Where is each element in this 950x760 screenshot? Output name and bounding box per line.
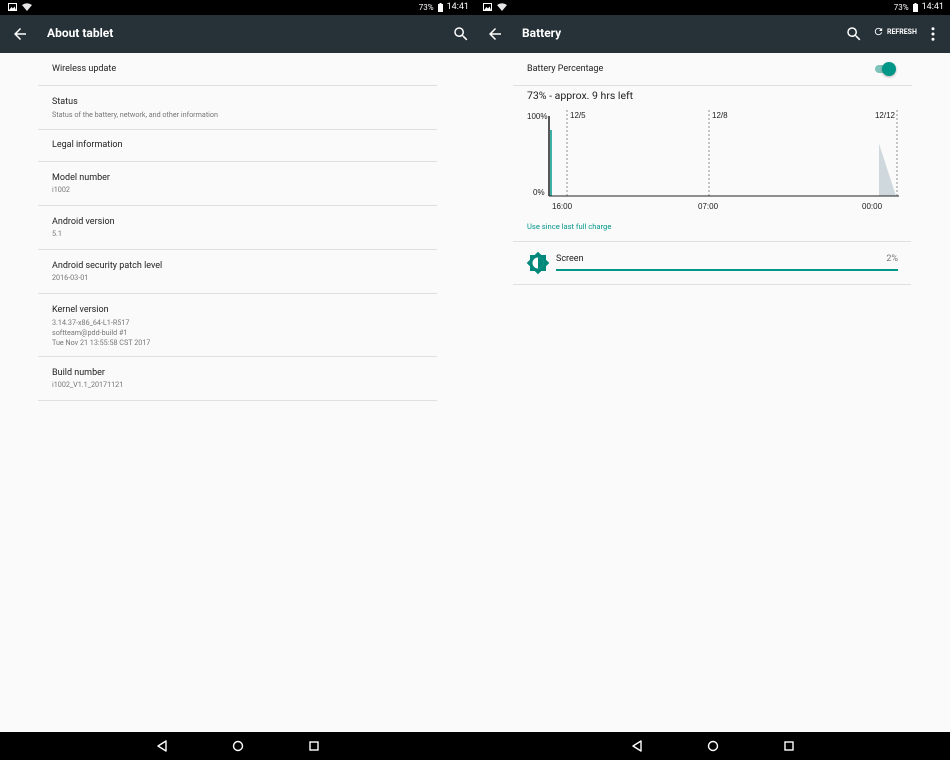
item-label: Android security patch level (52, 261, 163, 271)
refresh-button[interactable]: REFRESH (873, 26, 917, 37)
status-bar: 73% 14:41 (0, 0, 475, 15)
item-summary: 2016-03-01 (52, 273, 89, 282)
nav-recents-icon[interactable] (782, 739, 796, 753)
nav-home-icon[interactable] (706, 739, 720, 753)
app-bar: Battery REFRESH (475, 15, 950, 53)
date-marker-label: 12/8 (712, 111, 728, 120)
battery-content: Battery Percentage 73% - approx. 9 hrs l… (475, 53, 950, 293)
list-item-legal-information[interactable]: Legal information (38, 130, 437, 162)
app-usage-row-screen[interactable]: Screen 2% (513, 242, 911, 285)
battery-level-text: 73% (418, 2, 434, 12)
nav-buttons-left (0, 732, 475, 760)
nav-back-icon[interactable] (630, 739, 644, 753)
x-tick-label: 07:00 (698, 202, 719, 211)
page-title: Battery (522, 26, 562, 40)
battery-icon (912, 2, 918, 12)
battery-history-chart[interactable]: 100% 0% 12/5 12/8 12/12 16:00 07:00 00:00 (525, 108, 905, 218)
x-tick-label: 00:00 (862, 202, 883, 211)
item-summary-line: 3.14.37-x86_64-L1-R517 (52, 318, 130, 327)
item-label: Legal information (52, 140, 123, 150)
status-bar: 73% 14:41 (475, 0, 950, 15)
item-label: Kernel version (52, 305, 109, 315)
battery-summary: 73% - approx. 9 hrs left (527, 89, 634, 102)
item-summary: i1002_V1.1_20171121 (52, 380, 124, 389)
navigation-bar (0, 732, 950, 760)
item-label: Status (52, 97, 78, 107)
image-notification-icon (8, 3, 17, 11)
battery-percentage-label: Battery Percentage (527, 64, 604, 74)
app-usage-name: Screen (556, 254, 584, 264)
x-tick-label: 16:00 (552, 202, 573, 211)
use-since-label[interactable]: Use since last full charge (527, 222, 611, 231)
search-icon[interactable] (452, 25, 470, 43)
item-summary: 5.1 (52, 229, 62, 238)
overflow-menu-icon[interactable] (924, 25, 942, 43)
item-label: Model number (52, 173, 110, 183)
nav-buttons-right (475, 732, 950, 760)
y-tick-label: 100% (527, 112, 547, 121)
page-title: About tablet (47, 26, 114, 40)
battery-percentage-switch[interactable] (873, 62, 896, 76)
date-marker-label: 12/12 (875, 111, 896, 120)
clock-text: 14:41 (446, 2, 469, 12)
list-item-build-number[interactable]: Build number i1002_V1.1_20171121 (38, 357, 437, 401)
item-summary: Status of the battery, network, and othe… (52, 110, 218, 119)
wifi-icon (497, 3, 507, 11)
list-item-android-version[interactable]: Android version 5.1 (38, 206, 437, 250)
app-usage-bar (556, 269, 898, 271)
nav-home-icon[interactable] (231, 739, 245, 753)
date-marker-label: 12/5 (570, 111, 586, 120)
predicted-battery-area (879, 143, 896, 196)
about-list: Wireless update Status Status of the bat… (0, 53, 475, 401)
battery-percentage-row[interactable]: Battery Percentage (513, 53, 912, 86)
y-tick-label: 0% (533, 188, 545, 197)
image-notification-icon (483, 3, 492, 11)
battery-level-text: 73% (893, 2, 909, 12)
battery-screen: 73% 14:41 Battery REFRESH Battery Percen… (475, 0, 950, 760)
item-label: Android version (52, 217, 115, 227)
list-item-model-number[interactable]: Model number i1002 (38, 162, 437, 206)
app-bar: About tablet (0, 15, 475, 53)
battery-icon (437, 2, 443, 12)
wifi-icon (22, 3, 32, 11)
nav-back-icon[interactable] (155, 739, 169, 753)
item-label: Wireless update (52, 64, 117, 74)
about-tablet-screen: 73% 14:41 About tablet Wireless update S… (0, 0, 475, 760)
switch-thumb (882, 62, 896, 76)
search-icon[interactable] (845, 25, 863, 43)
back-arrow-icon[interactable] (11, 25, 29, 43)
list-item-wireless-update[interactable]: Wireless update (38, 53, 437, 86)
list-item-status[interactable]: Status Status of the battery, network, a… (38, 86, 437, 130)
brightness-icon (526, 251, 550, 275)
refresh-icon (874, 27, 883, 36)
list-item-security-patch-level[interactable]: Android security patch level 2016-03-01 (38, 250, 437, 294)
item-summary-line: softteam@pdd-build #1 (52, 328, 128, 337)
back-arrow-icon[interactable] (486, 25, 504, 43)
clock-text: 14:41 (921, 2, 944, 12)
app-usage-percent: 2% (886, 254, 898, 264)
nav-recents-icon[interactable] (307, 739, 321, 753)
refresh-label: REFRESH (887, 27, 917, 36)
item-summary: i1002 (52, 185, 70, 194)
item-label: Build number (52, 368, 105, 378)
item-summary-line: Tue Nov 21 13:55:58 CST 2017 (52, 338, 151, 347)
list-item-kernel-version[interactable]: Kernel version 3.14.37-x86_64-L1-R517 so… (38, 294, 437, 357)
